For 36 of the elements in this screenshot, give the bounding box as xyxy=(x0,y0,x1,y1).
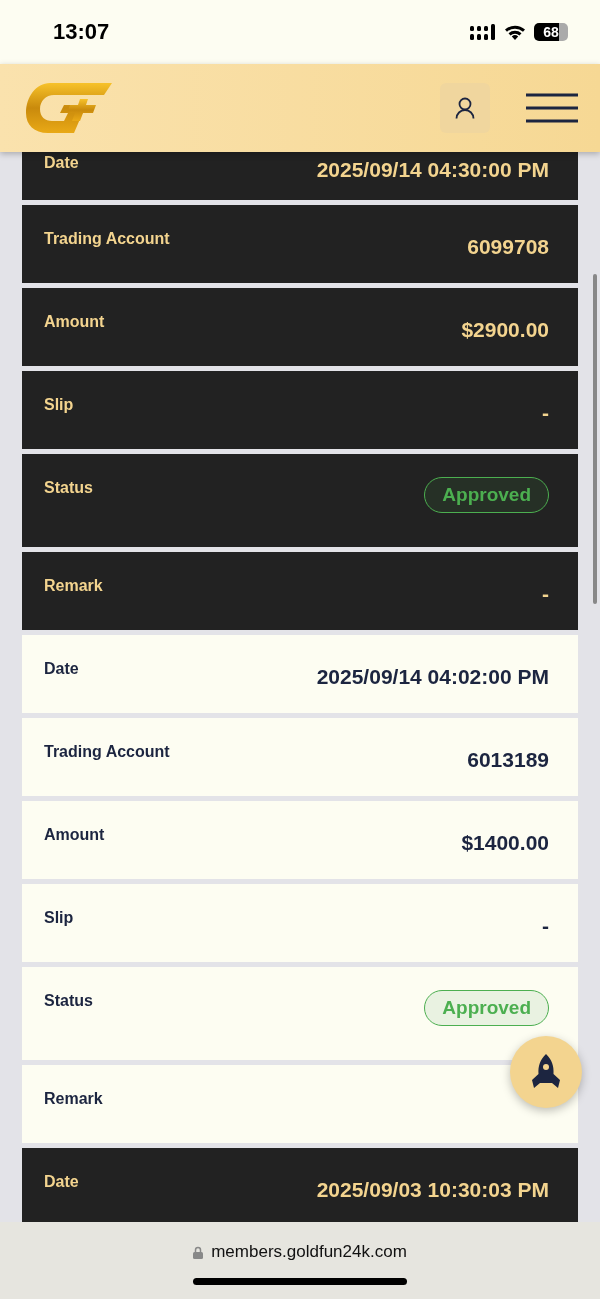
field-value: 6099708 xyxy=(467,234,549,259)
field-label: Status xyxy=(44,478,93,497)
field-value: - xyxy=(542,400,549,425)
status-time: 13:07 xyxy=(53,19,110,45)
field-label: Status xyxy=(44,991,93,1010)
field-label: Date xyxy=(44,153,79,172)
field-value: 6013189 xyxy=(467,747,549,772)
field-value: 2025/09/03 10:30:03 PM xyxy=(316,1177,549,1202)
field-label: Date xyxy=(44,659,79,678)
field-label: Date xyxy=(44,1172,79,1191)
field-label: Trading Account xyxy=(44,229,170,248)
field-label: Remark xyxy=(44,1089,103,1108)
signal-icon xyxy=(470,24,496,40)
field-label: Remark xyxy=(44,576,103,595)
lock-icon xyxy=(193,1245,204,1259)
url-text[interactable]: members.goldfun24k.com xyxy=(211,1242,407,1262)
field-value: 2025/09/14 04:02:00 PM xyxy=(316,664,549,689)
menu-icon xyxy=(526,93,578,123)
battery-icon: 68 xyxy=(534,23,568,41)
user-icon xyxy=(455,97,475,119)
field-label: Amount xyxy=(44,312,105,331)
field-label: Slip xyxy=(44,395,74,414)
status-badge: Approved xyxy=(424,477,549,513)
field-label: Amount xyxy=(44,825,105,844)
status-badge: Approved xyxy=(424,990,549,1026)
field-value: $1400.00 xyxy=(461,830,549,855)
field-value: - xyxy=(542,581,549,606)
account-button[interactable] xyxy=(440,83,490,133)
menu-button[interactable] xyxy=(526,93,578,123)
wifi-icon xyxy=(504,24,526,40)
field-value: - xyxy=(542,913,549,938)
field-value: $2900.00 xyxy=(461,317,549,342)
field-label: Trading Account xyxy=(44,742,170,761)
field-label: Slip xyxy=(44,908,74,927)
field-value: 2025/09/14 04:30:00 PM xyxy=(316,157,549,182)
rocket-icon xyxy=(530,1054,562,1090)
